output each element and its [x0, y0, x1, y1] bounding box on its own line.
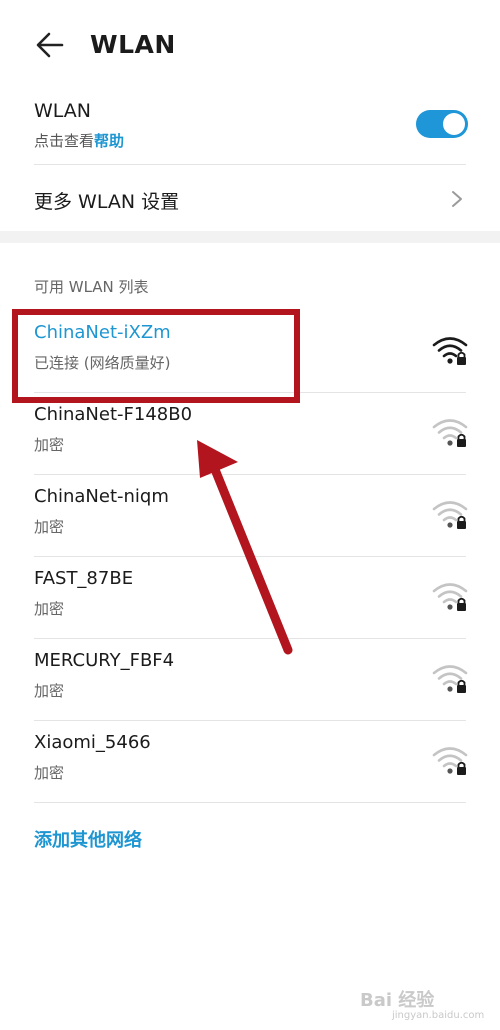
toggle-knob	[443, 113, 465, 135]
more-settings-label: 更多 WLAN 设置	[34, 191, 180, 213]
wlan-toggle-row[interactable]: WLAN 点击查看帮助	[0, 92, 500, 164]
page-title: WLAN	[90, 30, 176, 59]
wifi-locked-icon	[432, 583, 468, 611]
hint-prefix: 点击查看	[34, 132, 95, 150]
network-status: 加密	[34, 764, 65, 782]
section-title: 可用 WLAN 列表	[34, 278, 149, 296]
watermark: Bai 经验	[360, 990, 435, 1011]
section-separator	[0, 231, 500, 243]
wifi-locked-icon	[432, 337, 468, 365]
back-arrow-icon[interactable]	[32, 28, 68, 62]
network-status: 加密	[34, 518, 65, 536]
network-item[interactable]: FAST_87BE 加密	[0, 556, 500, 638]
network-name: FAST_87BE	[34, 568, 134, 589]
add-other-network-button[interactable]: 添加其他网络	[34, 826, 142, 852]
network-name: ChinaNet-F148B0	[34, 404, 193, 425]
network-status: 加密	[34, 682, 65, 700]
watermark-sub: jingyan.baidu.com	[392, 1010, 485, 1021]
more-wlan-settings-row[interactable]: 更多 WLAN 设置	[0, 165, 500, 231]
wlan-hint: 点击查看帮助	[34, 130, 124, 151]
wifi-locked-icon	[432, 665, 468, 693]
network-item[interactable]: ChinaNet-F148B0 加密	[0, 392, 500, 474]
wifi-locked-icon	[432, 419, 468, 447]
help-link[interactable]: 帮助	[94, 132, 124, 150]
wifi-locked-icon	[432, 501, 468, 529]
network-status: 加密	[34, 436, 65, 454]
network-status: 加密	[34, 600, 65, 618]
network-name: MERCURY_FBF4	[34, 650, 175, 671]
network-item[interactable]: Xiaomi_5466 加密	[0, 720, 500, 802]
divider	[34, 802, 466, 803]
wlan-toggle-switch[interactable]	[416, 110, 468, 138]
network-name: ChinaNet-niqm	[34, 486, 169, 507]
network-item[interactable]: MERCURY_FBF4 加密	[0, 638, 500, 720]
chevron-right-icon	[452, 191, 462, 207]
wlan-label: WLAN	[34, 100, 92, 122]
network-name: Xiaomi_5466	[34, 732, 151, 753]
annotation-highlight-box	[12, 309, 300, 403]
top-bar: WLAN	[0, 0, 500, 92]
network-item[interactable]: ChinaNet-niqm 加密	[0, 474, 500, 556]
wifi-locked-icon	[432, 747, 468, 775]
